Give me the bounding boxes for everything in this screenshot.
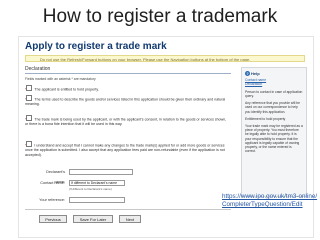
contact-name-hint: (If different to Declarant's name): [69, 187, 112, 191]
contact-name-label: Contact name:: [40, 181, 65, 185]
next-button[interactable]: Next: [119, 215, 141, 223]
declaration-text: The applicant is entitled to hold proper…: [34, 87, 99, 92]
form-footer-divider: [25, 209, 231, 210]
help-paragraph: Person to contact in case of application…: [245, 89, 303, 99]
help-icon: ?: [245, 71, 250, 76]
declaration-checkbox[interactable]: [26, 95, 33, 101]
help-link-declaration[interactable]: Declaration: [245, 82, 303, 86]
help-links: Contact name Declaration: [245, 78, 303, 87]
declaration-item: *The trade mark is being used by the app…: [25, 115, 229, 127]
declaration-checkbox[interactable]: [26, 115, 33, 121]
help-title: Help: [251, 71, 260, 76]
navigation-warning-bar: Do not use the Refresh/Forward buttons o…: [25, 55, 305, 62]
declaration-text: The trade mark is being used by the appl…: [25, 117, 227, 126]
declaration-item: *The terms used to describe the goods an…: [25, 95, 229, 107]
help-header: ? Help: [245, 71, 303, 76]
declaration-checkbox[interactable]: [26, 141, 33, 147]
help-paragraph-heading: Entitlement to hold property: [245, 116, 286, 121]
reference-input[interactable]: [69, 197, 125, 203]
declarant-name-input[interactable]: [69, 169, 133, 175]
form-heading: Apply to register a trade mark: [25, 41, 167, 52]
help-panel: ? Help Contact name Declaration Person to…: [241, 67, 307, 197]
help-paragraph: Any reference that you provide will be u…: [245, 101, 300, 114]
section-title: Declaration: [25, 66, 51, 72]
mandatory-note: Fields marked with an asterisk * are man…: [25, 77, 96, 81]
help-paragraph: Your trade mark may be registered as a p…: [245, 124, 303, 154]
declaration-item: *The applicant is entitled to hold prope…: [25, 85, 229, 92]
previous-button[interactable]: Previous: [39, 215, 67, 223]
declaration-item: *I understand and accept that I cannot m…: [25, 141, 229, 157]
declaration-text: I understand and accept that I cannot ma…: [25, 143, 225, 157]
section-divider: [25, 73, 231, 74]
declaration-checkbox[interactable]: [26, 85, 33, 91]
source-link[interactable]: https://www.ipo.gov.uk/tm3-online/Comple…: [222, 193, 318, 209]
declaration-text: The terms used to describe the goods and…: [25, 97, 226, 106]
contact-name-input[interactable]: [69, 180, 125, 186]
reference-label: Your reference:: [39, 198, 65, 202]
slide-title: How to register a trademark: [42, 6, 278, 27]
save-for-later-button[interactable]: Save For Later: [73, 215, 113, 223]
